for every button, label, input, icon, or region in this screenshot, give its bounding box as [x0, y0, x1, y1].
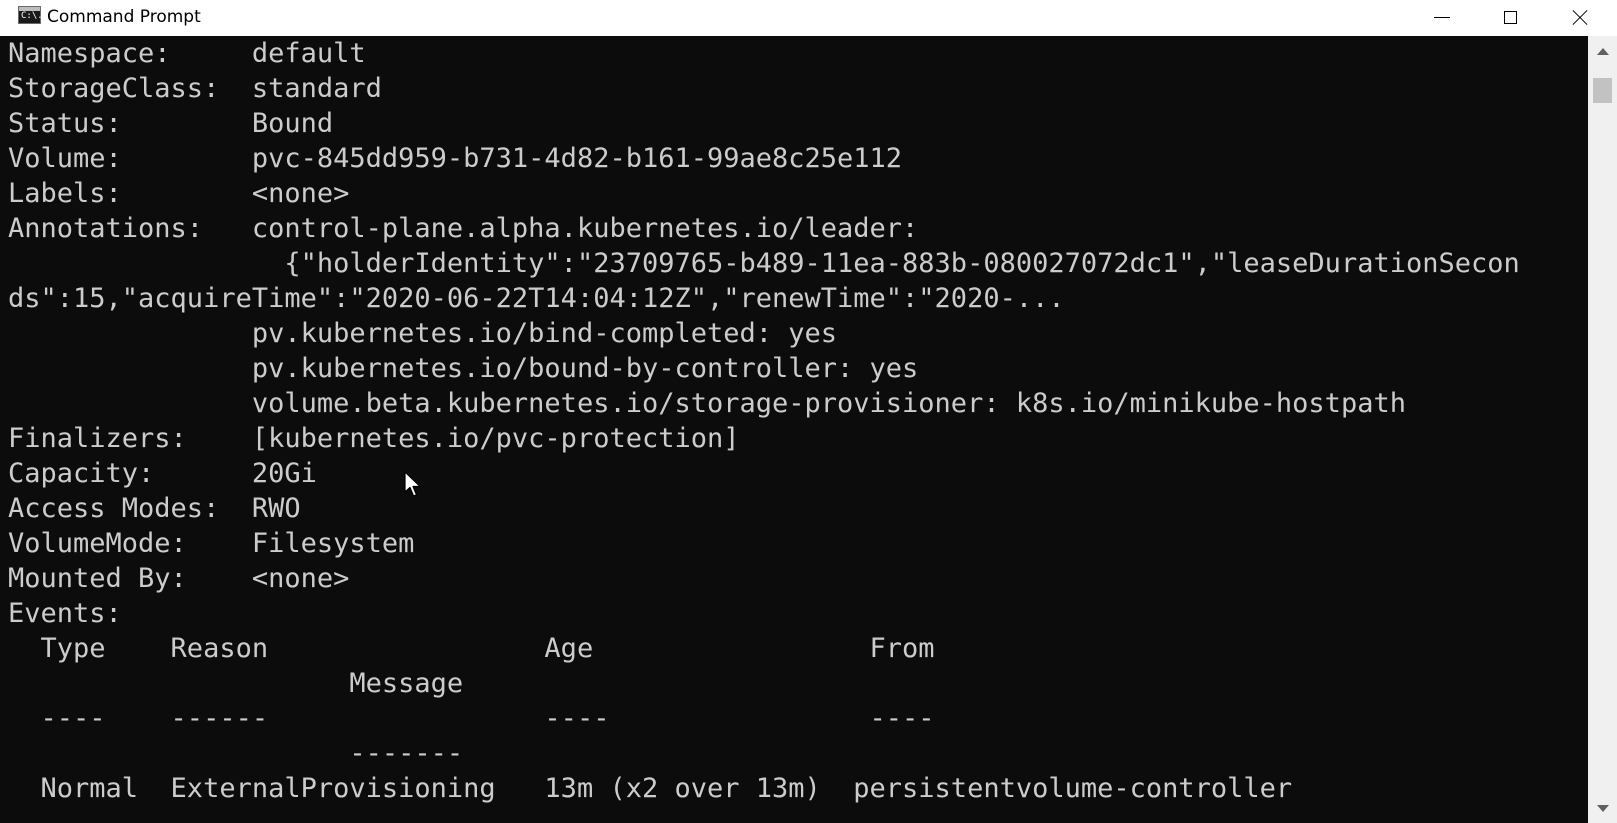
chevron-down-icon: [1596, 804, 1609, 812]
console-line: Normal ExternalProvisioning 13m (x2 over…: [8, 773, 1293, 804]
command-prompt-window: C:\. Command Prompt Namespace: default S…: [0, 0, 1617, 823]
maximize-button[interactable]: [1476, 0, 1544, 34]
console-line: Labels: <none>: [8, 178, 350, 209]
console-line: Mounted By: <none>: [8, 563, 350, 594]
title-bar[interactable]: C:\. Command Prompt: [0, 0, 1617, 36]
console-line: StorageClass: standard: [8, 73, 382, 104]
console-line: -------: [8, 738, 464, 769]
scrollbar-thumb[interactable]: [1593, 78, 1612, 103]
cmd-icon-label: C:\.: [21, 11, 43, 21]
console-line: Status: Bound: [8, 108, 334, 139]
console-line: ds":15,"acquireTime":"2020-06-22T14:04:1…: [8, 283, 1065, 314]
console-line: Access Modes: RWO: [8, 493, 301, 524]
cmd-icon: C:\.: [18, 6, 43, 24]
scroll-down-button[interactable]: [1588, 793, 1617, 823]
mouse-pointer-icon: [404, 471, 421, 497]
minimize-button[interactable]: [1408, 0, 1476, 34]
console-line: {"holderIdentity":"23709765-b489-11ea-88…: [8, 248, 1520, 279]
console-line: Namespace: default: [8, 38, 366, 69]
console-line: pv.kubernetes.io/bind-completed: yes: [8, 318, 838, 349]
window-title: Command Prompt: [47, 7, 201, 27]
maximize-icon: [1503, 10, 1517, 24]
console-output[interactable]: Namespace: default StorageClass: standar…: [8, 36, 1588, 823]
close-icon: [1571, 8, 1589, 26]
console-line: ---- ------ ---- ----: [8, 703, 935, 734]
console-line: Volume: pvc-845dd959-b731-4d82-b161-99ae…: [8, 143, 903, 174]
console-line: volume.beta.kubernetes.io/storage-provis…: [8, 388, 1406, 419]
console-line: VolumeMode: Filesystem: [8, 528, 415, 559]
minimize-icon: [1434, 16, 1450, 18]
console-line: Type Reason Age From: [8, 633, 935, 664]
chevron-up-icon: [1596, 47, 1609, 55]
console-line: Capacity: 20Gi: [8, 458, 317, 489]
console-line: Message: [8, 668, 464, 699]
console-line: Events:: [8, 598, 122, 629]
close-button[interactable]: [1546, 0, 1614, 34]
console-line: pv.kubernetes.io/bound-by-controller: ye…: [8, 353, 919, 384]
scroll-up-button[interactable]: [1588, 36, 1617, 66]
console-line: Finalizers: [kubernetes.io/pvc-protectio…: [8, 423, 740, 454]
vertical-scrollbar[interactable]: [1588, 36, 1617, 823]
console-line: Annotations: control-plane.alpha.kuberne…: [8, 213, 919, 244]
